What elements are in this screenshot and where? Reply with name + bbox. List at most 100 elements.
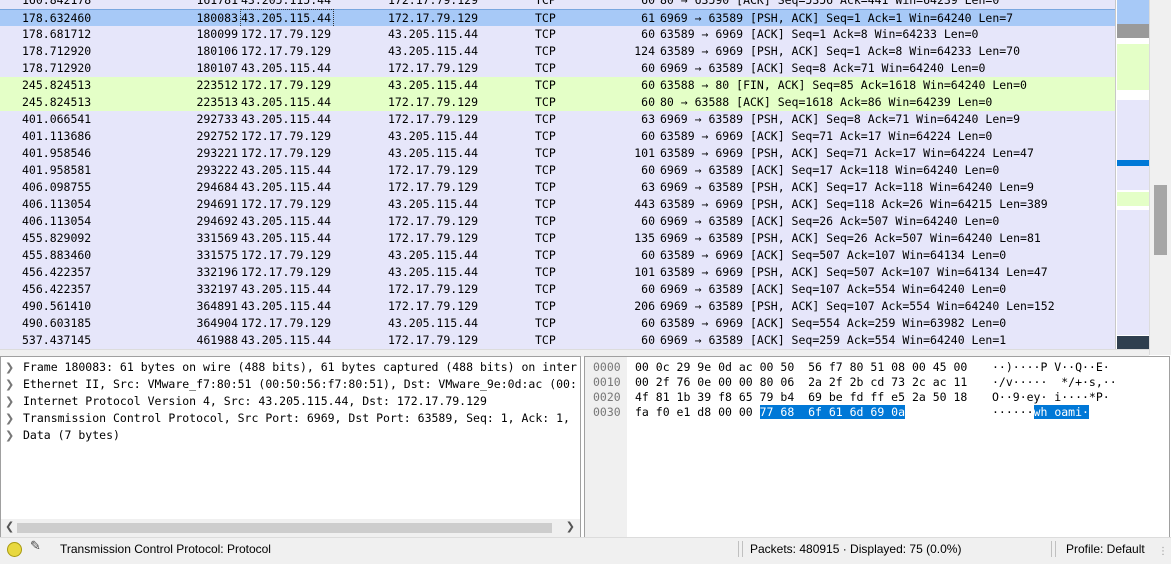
packet-dst-cell: 43.205.115.44 bbox=[388, 197, 479, 211]
packet-row[interactable]: 406.113054 294692 43.205.115.44 172.17.79.1… bbox=[0, 213, 1115, 230]
packet-len-cell: 63 bbox=[641, 112, 655, 126]
packet-info-cell: 63588 → 80 [FIN, ACK] Seq=85 Ack=1618 Wi… bbox=[660, 78, 1027, 92]
packet-no-cell: 292752 bbox=[196, 129, 238, 143]
packet-src-cell: 43.205.115.44 bbox=[241, 282, 332, 296]
packet-row[interactable]: 537.437145 461988 43.205.115.44 172.17.79.1… bbox=[0, 332, 1115, 349]
packet-no-cell: 331569 bbox=[196, 231, 238, 245]
bytes-ascii[interactable]: O··9·ey· i····*P· bbox=[992, 390, 1110, 405]
packet-row[interactable]: 178.712920 180106 172.17.79.129 43.205.115.… bbox=[0, 43, 1115, 60]
packet-dst-cell: 172.17.79.129 bbox=[388, 0, 479, 7]
packet-time-cell: 401.066541 bbox=[22, 112, 92, 126]
packet-bytes-pane[interactable]: 0000 00 0c 29 9e 0d ac 00 50 56 f7 80 51 … bbox=[584, 356, 1170, 538]
packet-no-cell: 293221 bbox=[196, 146, 238, 160]
chevron-right-icon[interactable]: ❯ bbox=[5, 427, 14, 444]
bytes-ascii-highlight: wh oami· bbox=[1033, 405, 1089, 419]
packet-row[interactable]: 245.824513 223513 43.205.115.44 172.17.79.1… bbox=[0, 94, 1115, 111]
packet-src-cell: 172.17.79.129 bbox=[241, 265, 332, 279]
packet-len-cell: 101 bbox=[634, 146, 655, 160]
status-bar: ✎ Transmission Control Protocol: Protoco… bbox=[0, 537, 1171, 564]
packet-no-cell: 180083 bbox=[196, 11, 238, 25]
packet-time-cell: 160.842178 bbox=[22, 0, 92, 7]
chevron-right-icon[interactable]: ❯ bbox=[5, 393, 14, 410]
packet-row[interactable]: 406.098755 294684 43.205.115.44 172.17.79.1… bbox=[0, 179, 1115, 196]
packet-len-cell: 60 bbox=[641, 129, 655, 143]
packet-len-cell: 60 bbox=[641, 282, 655, 296]
packet-row[interactable]: 178.681712 180099 172.17.79.129 43.205.115.… bbox=[0, 26, 1115, 43]
packet-dst-cell: 172.17.79.129 bbox=[388, 214, 479, 228]
packet-src-cell: 172.17.79.129 bbox=[241, 316, 332, 330]
packet-no-cell: 223513 bbox=[196, 95, 238, 109]
packet-row[interactable]: 455.829092 331569 43.205.115.44 172.17.79.1… bbox=[0, 230, 1115, 247]
packet-proto-cell: TCP bbox=[535, 282, 556, 296]
packet-info-cell: 6969 → 63589 [PSH, ACK] Seq=107 Ack=554 … bbox=[660, 299, 1055, 313]
edit-icon[interactable]: ✎ bbox=[30, 539, 41, 554]
bytes-hex-plain: fa f0 e1 d8 00 00 bbox=[635, 405, 760, 419]
bytes-ascii[interactable]: ······wh oami· bbox=[992, 405, 1089, 420]
packet-no-cell: 331575 bbox=[196, 248, 238, 262]
resize-grip-icon[interactable]: ⋮ bbox=[1158, 546, 1168, 557]
packet-row[interactable]: 401.958546 293221 172.17.79.129 43.205.115.… bbox=[0, 145, 1115, 162]
status-led-icon[interactable] bbox=[7, 542, 22, 557]
vertical-scrollbar-thumb[interactable] bbox=[1154, 185, 1167, 255]
packet-row[interactable]: 455.883460 331575 172.17.79.129 43.205.115.… bbox=[0, 247, 1115, 264]
packet-time-cell: 537.437145 bbox=[22, 333, 92, 347]
packet-len-cell: 60 bbox=[641, 0, 655, 7]
scroll-right-icon[interactable]: ❯ bbox=[566, 520, 575, 533]
packet-list[interactable]: 160.842178 161781 43.205.115.44 172.17.79.1… bbox=[0, 0, 1115, 349]
packet-details-pane[interactable]: ❯ Frame 180083: 61 bytes on wire (488 bit… bbox=[0, 356, 581, 538]
packet-time-cell: 406.113054 bbox=[22, 197, 92, 211]
status-text: Transmission Control Protocol: Protocol bbox=[60, 542, 271, 556]
status-profile[interactable]: Profile: Default bbox=[1066, 542, 1145, 556]
packet-proto-cell: TCP bbox=[535, 299, 556, 313]
packet-time-cell: 245.824513 bbox=[22, 78, 92, 92]
packet-info-cell: 6969 → 63589 [ACK] Seq=17 Ack=118 Win=64… bbox=[660, 163, 1000, 177]
packet-proto-cell: TCP bbox=[535, 333, 556, 347]
bytes-ascii[interactable]: ··)····P V··Q··E· bbox=[992, 360, 1110, 375]
packet-row[interactable]: 401.066541 292733 43.205.115.44 172.17.79.1… bbox=[0, 111, 1115, 128]
packet-row[interactable]: 401.113686 292752 172.17.79.129 43.205.115.… bbox=[0, 128, 1115, 145]
packet-row[interactable]: 406.113054 294691 172.17.79.129 43.205.115.… bbox=[0, 196, 1115, 213]
scroll-left-icon[interactable]: ❮ bbox=[5, 520, 14, 533]
details-item-label: Data (7 bytes) bbox=[23, 428, 120, 442]
bytes-hex[interactable]: 00 0c 29 9e 0d ac 00 50 56 f7 80 51 08 0… bbox=[635, 360, 967, 375]
packet-row[interactable]: 456.422357 332196 172.17.79.129 43.205.115.… bbox=[0, 264, 1115, 281]
bytes-hex[interactable]: fa f0 e1 d8 00 00 77 68 6f 61 6d 69 0a bbox=[635, 405, 906, 420]
packet-dst-cell: 43.205.115.44 bbox=[388, 44, 479, 58]
packet-row[interactable]: 245.824513 223512 172.17.79.129 43.205.115.… bbox=[0, 77, 1115, 94]
packet-no-cell: 223512 bbox=[196, 78, 238, 92]
packet-no-cell: 294692 bbox=[196, 214, 238, 228]
packet-proto-cell: TCP bbox=[535, 231, 556, 245]
packet-no-cell: 292733 bbox=[196, 112, 238, 126]
packet-dst-cell: 172.17.79.129 bbox=[388, 333, 479, 347]
packet-row[interactable]: 456.422357 332197 43.205.115.44 172.17.79.1… bbox=[0, 281, 1115, 298]
packet-dst-cell: 172.17.79.129 bbox=[388, 163, 479, 177]
bytes-hex[interactable]: 4f 81 1b 39 f8 65 79 b4 69 be fd ff e5 2… bbox=[635, 390, 967, 405]
packet-info-cell: 6969 → 63589 [ACK] Seq=107 Ack=554 Win=6… bbox=[660, 282, 1007, 296]
chevron-right-icon[interactable]: ❯ bbox=[5, 376, 14, 393]
packet-row[interactable]: 178.712920 180107 43.205.115.44 172.17.79.1… bbox=[0, 60, 1115, 77]
packet-time-cell: 455.829092 bbox=[22, 231, 92, 245]
packet-info-cell: 63589 → 6969 [ACK] Seq=1 Ack=8 Win=64233… bbox=[660, 27, 979, 41]
packet-row[interactable]: 401.958581 293222 43.205.115.44 172.17.79.1… bbox=[0, 162, 1115, 179]
packet-len-cell: 135 bbox=[634, 231, 655, 245]
packet-minimap[interactable] bbox=[1115, 0, 1150, 349]
packet-no-cell: 332197 bbox=[196, 282, 238, 296]
chevron-right-icon[interactable]: ❯ bbox=[5, 359, 14, 376]
packet-len-cell: 60 bbox=[641, 27, 655, 41]
packet-info-cell: 63589 → 6969 [PSH, ACK] Seq=71 Ack=17 Wi… bbox=[660, 146, 1034, 160]
packet-info-cell: 6969 → 63589 [PSH, ACK] Seq=17 Ack=118 W… bbox=[660, 180, 1034, 194]
packet-time-cell: 178.712920 bbox=[22, 61, 92, 75]
packet-row[interactable]: 490.561410 364891 43.205.115.44 172.17.79.1… bbox=[0, 298, 1115, 315]
bytes-ascii[interactable]: ·/v····· */+·s,·· bbox=[992, 375, 1117, 390]
packet-no-cell: 180099 bbox=[196, 27, 238, 41]
packet-info-cell: 6969 → 63589 [PSH, ACK] Seq=8 Ack=71 Win… bbox=[660, 112, 1021, 126]
packet-time-cell: 401.113686 bbox=[22, 129, 92, 143]
packet-info-cell: 6969 → 63589 [ACK] Seq=8 Ack=71 Win=6424… bbox=[660, 61, 986, 75]
packet-row[interactable]: 160.842178 161781 43.205.115.44 172.17.79.1… bbox=[0, 0, 1115, 9]
chevron-right-icon[interactable]: ❯ bbox=[5, 410, 14, 427]
bytes-hex[interactable]: 00 2f 76 0e 00 00 80 06 2a 2f 2b cd 73 2… bbox=[635, 375, 967, 390]
details-scroll-thumb[interactable] bbox=[17, 523, 552, 533]
packet-row[interactable]: 490.603185 364904 172.17.79.129 43.205.115.… bbox=[0, 315, 1115, 332]
vertical-scrollbar[interactable] bbox=[1149, 0, 1171, 355]
details-horizontal-scrollbar[interactable]: ❮ ❯ bbox=[1, 519, 580, 537]
